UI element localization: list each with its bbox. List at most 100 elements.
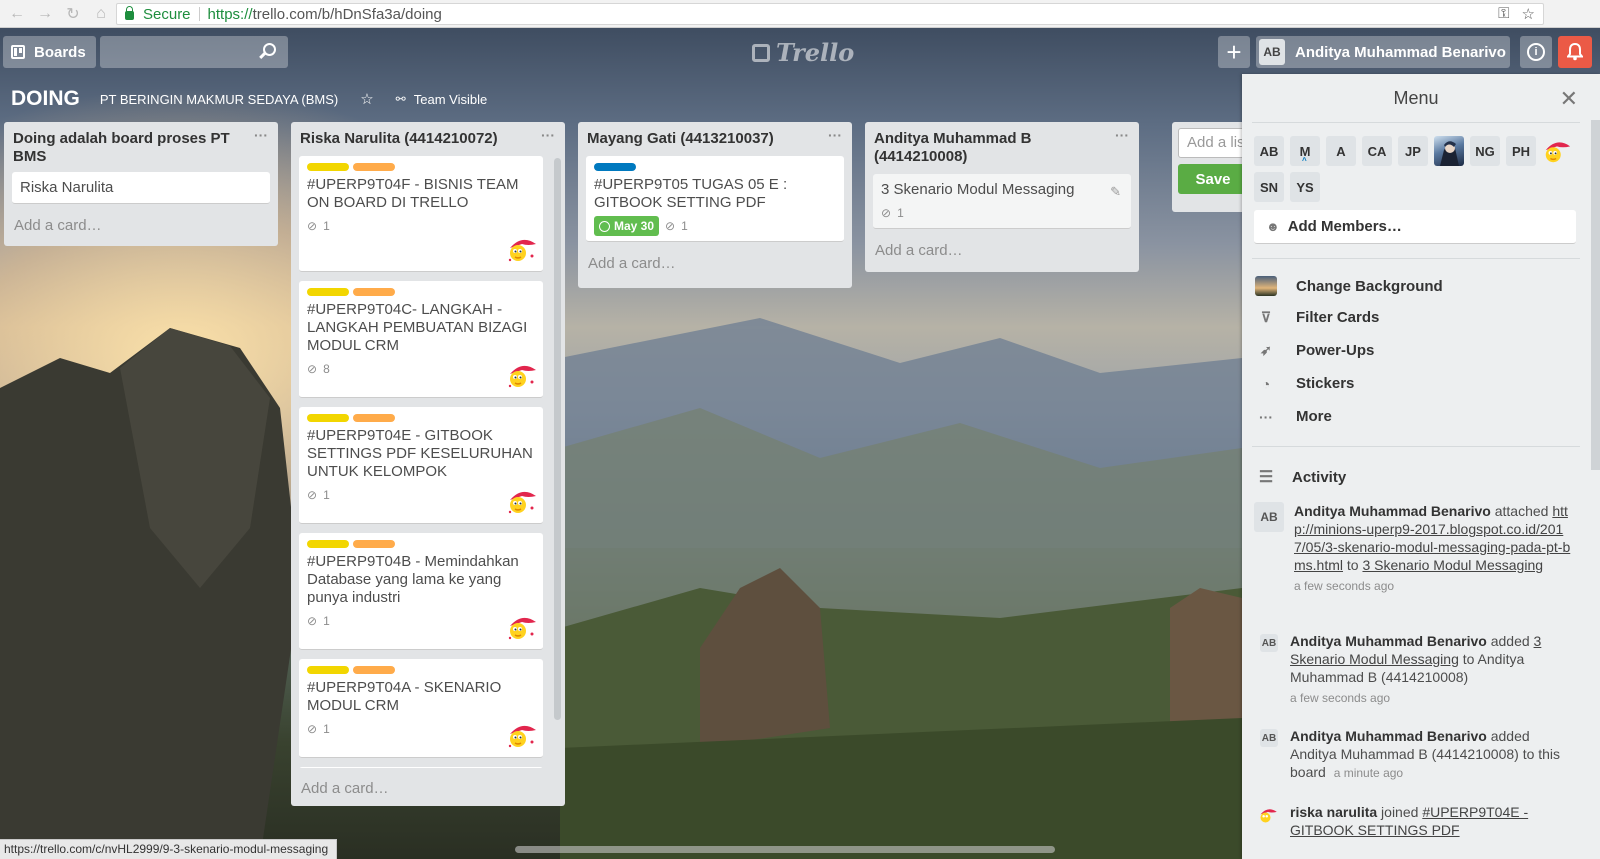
save-button[interactable]: Save	[1178, 164, 1248, 194]
member-avatar[interactable]: AB	[1254, 136, 1284, 166]
add-card-button[interactable]: Add a card…	[865, 238, 1139, 267]
filter-icon: ⊽	[1260, 309, 1272, 325]
attachment-icon: ⊘	[881, 206, 892, 220]
list-cards: #UPERP9T04F - BISNIS TEAM ON BOARD DI TR…	[291, 156, 551, 768]
back-icon[interactable]: ←	[6, 3, 28, 25]
star-icon[interactable]: ☆	[360, 90, 373, 108]
card[interactable]: #UPERP9T04B - Memindahkan Database yang …	[299, 533, 543, 650]
close-icon[interactable]: ✕	[1560, 86, 1578, 112]
trello-header: Boards Trello + AB Anditya Muhammad Bena…	[0, 32, 1600, 72]
key-icon[interactable]: ⚿	[1498, 5, 1509, 23]
member-avatar[interactable]: YS	[1290, 172, 1320, 202]
add-card-button[interactable]: Add a card…	[578, 251, 852, 280]
list-title[interactable]: Anditya Muhammad B (4414210008) ···	[865, 122, 1139, 174]
tweety-avatar-icon[interactable]	[1258, 805, 1278, 825]
card[interactable]: 3 Skenario Modul Messaging ✎ ⊘ 1	[873, 174, 1131, 229]
card[interactable]: #UPERP9T04F - BISNIS TEAM ON BOARD DI TR…	[299, 156, 543, 272]
activity-user[interactable]: riska narulita	[1290, 804, 1377, 820]
clock-icon	[599, 220, 610, 232]
attachment-count: 1	[323, 488, 330, 502]
label-yellow	[307, 414, 349, 422]
list: Mayang Gati (4413210037) ··· #UPERP9T05 …	[578, 122, 852, 288]
card[interactable]	[299, 767, 543, 768]
activity-user[interactable]: Anditya Muhammad Benarivo	[1290, 728, 1487, 744]
plus-icon: +	[1226, 36, 1242, 67]
activity-timestamp[interactable]: a few seconds ago	[1290, 689, 1570, 707]
trello-logo[interactable]: Trello	[752, 38, 854, 67]
member-avatar[interactable]: M ^	[1290, 136, 1320, 166]
member-avatar[interactable]: PH	[1506, 136, 1536, 166]
attachment-count: 1	[897, 206, 904, 220]
member-avatar[interactable]: JP	[1398, 136, 1428, 166]
menu-filter-cards[interactable]: ⊽ Filter Cards	[1254, 309, 1379, 326]
list-scrollbar[interactable]	[554, 158, 561, 720]
member-tweety-avatar[interactable]	[1542, 136, 1572, 166]
avatar[interactable]: AB	[1260, 729, 1278, 747]
menu-power-ups[interactable]: ➶ Power-Ups	[1254, 342, 1374, 359]
member-avatar[interactable]: CA	[1362, 136, 1392, 166]
attachment-count: 1	[323, 722, 330, 736]
add-card-button[interactable]: Add a card…	[4, 213, 278, 242]
reload-icon[interactable]: ↻	[62, 3, 84, 25]
add-members-button[interactable]: ☻ Add Members…	[1254, 210, 1576, 244]
list-menu-icon[interactable]: ···	[828, 126, 842, 144]
activity-card-link[interactable]: 3 Skenario Modul Messaging	[1362, 557, 1543, 573]
tweety-avatar-icon	[1545, 142, 1571, 163]
card[interactable]: #UPERP9T05 TUGAS 05 E : GITBOOK SETTING …	[586, 156, 844, 242]
tweety-avatar-icon	[508, 491, 536, 514]
list-title[interactable]: Doing adalah board proses PT BMS ···	[4, 122, 278, 172]
menu-title: Menu	[1393, 88, 1439, 108]
avatar[interactable]: AB	[1260, 634, 1278, 652]
card[interactable]: #UPERP9T04E - GITBOOK SETTINGS PDF KESEL…	[299, 407, 543, 524]
list-menu-icon[interactable]: ···	[541, 126, 555, 144]
attachment-icon: ⊘	[307, 219, 318, 233]
list: Anditya Muhammad B (4414210008) ··· 3 Sk…	[865, 122, 1139, 272]
list-menu-icon[interactable]: ···	[1115, 126, 1129, 144]
menu-change-background[interactable]: Change Background	[1254, 276, 1443, 296]
member-avatar[interactable]: SN	[1254, 172, 1284, 202]
member-photo-avatar[interactable]	[1434, 136, 1464, 166]
address-bar[interactable]: Secure https:// trello.com/b/hDnSfa3a/do…	[116, 3, 1544, 25]
add-card-button[interactable]: Add a card…	[291, 776, 399, 805]
activity-timestamp[interactable]: a few seconds ago	[1294, 577, 1572, 595]
activity-user[interactable]: Anditya Muhammad Benarivo	[1290, 633, 1487, 649]
member-avatar[interactable]: NG	[1470, 136, 1500, 166]
bookmark-star-icon[interactable]: ☆	[1522, 5, 1535, 23]
attachment-icon: ⊘	[307, 614, 318, 628]
bell-icon	[1567, 43, 1583, 61]
search-input[interactable]	[100, 36, 288, 68]
add-list-input[interactable]: Add a list…	[1178, 128, 1248, 158]
pencil-icon[interactable]: ✎	[1110, 183, 1121, 201]
list-menu-icon[interactable]: ···	[254, 126, 268, 144]
trello-logo-icon	[752, 43, 770, 62]
board-horizontal-scrollbar[interactable]	[515, 846, 1055, 853]
card[interactable]: #UPERP9T04C- LANGKAH - LANGKAH PEMBUATAN…	[299, 281, 543, 398]
label-orange	[353, 288, 395, 296]
boards-label: Boards	[34, 43, 86, 61]
card[interactable]: #UPERP9T04A - SKENARIO MODUL CRM ⊘ 1	[299, 659, 543, 758]
card[interactable]: Riska Narulita	[12, 172, 270, 204]
notifications-button[interactable]	[1558, 36, 1592, 68]
menu-stickers[interactable]: ◔ Stickers	[1254, 375, 1355, 392]
info-button[interactable]: i	[1520, 36, 1552, 68]
team-visibility-icon: ⚯	[395, 92, 406, 106]
member-avatar[interactable]: A	[1326, 136, 1356, 166]
board-title[interactable]: DOING	[11, 87, 80, 111]
activity-timestamp[interactable]: a minute ago	[1334, 766, 1403, 780]
board-team-name[interactable]: PT BERINGIN MAKMUR SEDAYA (BMS)	[100, 92, 338, 107]
person-icon: ☻	[1266, 219, 1280, 234]
card-title: #UPERP9T04F - BISNIS TEAM ON BOARD DI TR…	[307, 176, 519, 211]
create-button[interactable]: +	[1218, 36, 1250, 68]
user-menu-button[interactable]: AB Anditya Muhammad Benarivo	[1256, 36, 1510, 68]
forward-icon[interactable]: →	[34, 3, 56, 25]
list-title[interactable]: Mayang Gati (4413210037) ···	[578, 122, 852, 156]
menu-more[interactable]: ··· More	[1254, 408, 1332, 425]
activity-item: AB Anditya Muhammad Benarivo added Andit…	[1260, 728, 1561, 780]
home-icon[interactable]: ⌂	[90, 3, 112, 25]
avatar[interactable]: AB	[1254, 502, 1284, 532]
menu-scrollbar[interactable]	[1591, 120, 1600, 470]
board-visibility[interactable]: Team Visible	[414, 92, 487, 107]
list-title[interactable]: Riska Narulita (4414210072) ···	[291, 122, 565, 156]
boards-button[interactable]: Boards	[3, 36, 96, 68]
activity-user[interactable]: Anditya Muhammad Benarivo	[1294, 503, 1491, 519]
